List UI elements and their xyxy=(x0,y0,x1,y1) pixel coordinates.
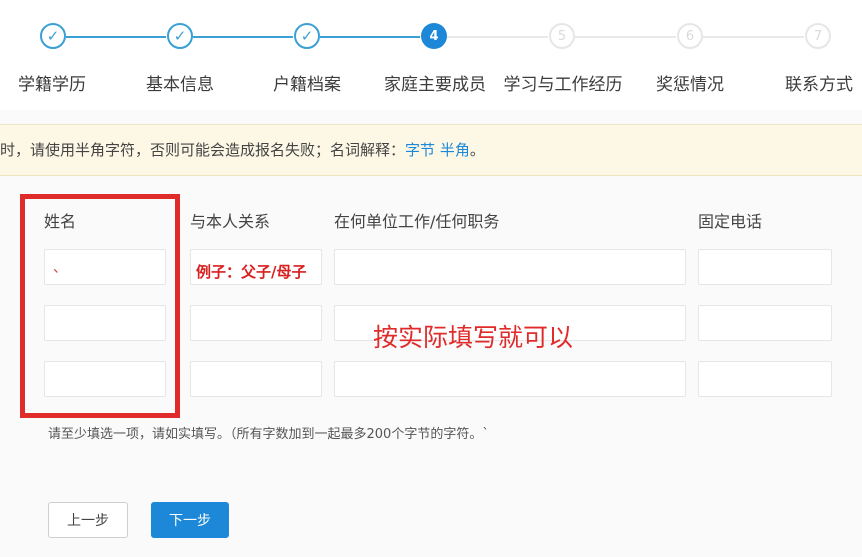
step-4-indicator: 4 xyxy=(421,23,447,49)
step-connector xyxy=(703,36,804,38)
phone-input-1[interactable] xyxy=(698,249,832,285)
step-label-rewards: 奖惩情况 xyxy=(656,75,724,95)
workplace-input-1[interactable] xyxy=(334,249,686,285)
phone-input-3[interactable] xyxy=(698,361,832,397)
step-label-contact: 联系方式 xyxy=(785,75,853,95)
step-3-check-icon[interactable]: ✓ xyxy=(294,23,320,49)
step-connector xyxy=(193,36,293,38)
progress-stepper: ✓ ✓ ✓ 4 5 6 7 学籍学历 基本信息 户籍档案 家庭主要成员 学习与工… xyxy=(0,0,862,110)
step-label-household[interactable]: 户籍档案 xyxy=(273,70,341,95)
step-label-academic[interactable]: 学籍学历 xyxy=(18,70,86,95)
notice-banner: 时，请使用半角字符，否则可能会造成报名失败；名词解释：字节 半角。 xyxy=(0,124,862,176)
step-label-family: 家庭主要成员 xyxy=(384,75,486,95)
notice-text: 时，请使用半角字符，否则可能会造成报名失败；名词解释： xyxy=(0,141,406,159)
step-connector xyxy=(66,36,166,38)
step-label-basic-info[interactable]: 基本信息 xyxy=(146,70,214,95)
phone-input-2[interactable] xyxy=(698,305,832,341)
highlight-box xyxy=(20,194,180,418)
header-phone: 固定电话 xyxy=(698,212,763,231)
annotation-text: 按实际填写就可以 xyxy=(373,323,574,352)
step-5-indicator: 5 xyxy=(549,23,575,49)
step-1-check-icon[interactable]: ✓ xyxy=(40,23,66,49)
notice-end: 。 xyxy=(469,141,485,159)
step-7-indicator: 7 xyxy=(805,23,831,49)
workplace-input-3[interactable] xyxy=(334,361,686,397)
prev-step-button[interactable]: 上一步 xyxy=(48,502,128,538)
step-2-check-icon[interactable]: ✓ xyxy=(167,23,193,49)
relation-input-2[interactable] xyxy=(190,305,322,341)
step-connector xyxy=(447,36,548,38)
header-workplace: 在何单位工作/任何职务 xyxy=(334,212,500,231)
link-byte[interactable]: 字节 xyxy=(405,141,435,159)
relation-example: 例子：父子/母子 xyxy=(196,263,307,281)
step-6-indicator: 6 xyxy=(677,23,703,49)
form-hint: 请至少填选一项，请如实填写。（所有字数加到一起最多200个字节的字符。` xyxy=(48,427,489,442)
step-connector xyxy=(575,36,676,38)
next-step-button[interactable]: 下一步 xyxy=(151,502,229,538)
relation-input-3[interactable] xyxy=(190,361,322,397)
step-connector xyxy=(320,36,420,38)
step-label-experience: 学习与工作经历 xyxy=(503,75,623,95)
header-relation: 与本人关系 xyxy=(190,212,271,231)
link-halfwidth[interactable]: 半角 xyxy=(440,141,470,159)
